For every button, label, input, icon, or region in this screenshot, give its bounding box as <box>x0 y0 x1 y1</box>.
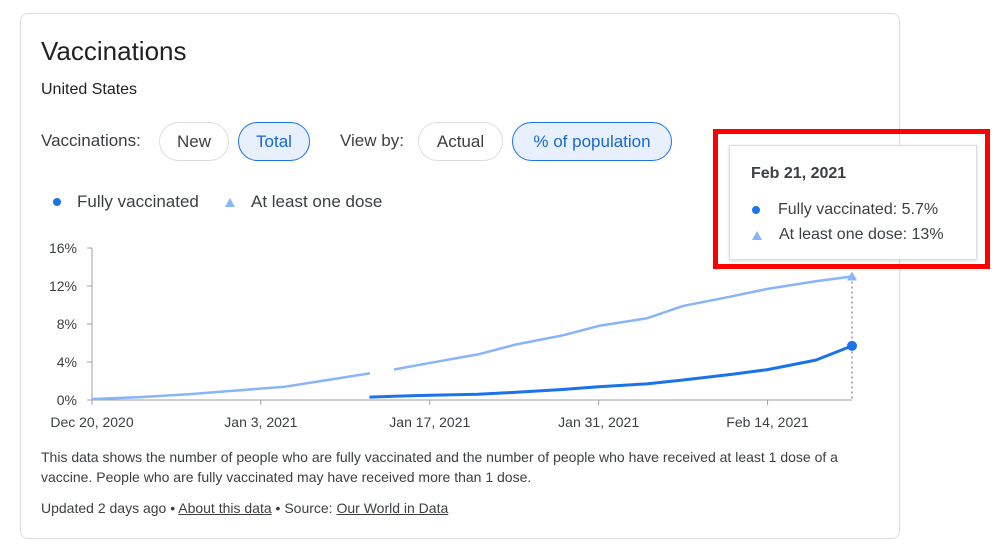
fully-vaccinated-line <box>369 344 853 399</box>
x-tick-label: Jan 3, 2021 <box>224 414 297 430</box>
y-tick-label: 12% <box>49 278 77 294</box>
fully-vaccinated-point <box>847 340 857 351</box>
y-tick-label: 4% <box>57 354 77 370</box>
highlight-box <box>713 129 990 269</box>
x-tick-label: Jan 17, 2021 <box>389 414 470 430</box>
y-tick-label: 16% <box>49 240 77 256</box>
y-tick-label: 0% <box>57 392 77 408</box>
x-tick-label: Dec 20, 2020 <box>50 414 133 430</box>
chart-series <box>91 275 853 401</box>
chart-markers <box>847 271 857 400</box>
vaccination-chart[interactable]: 0% 4% 8% 12% 16% Dec 20, 2020 Jan 3, 2021 Jan 1… <box>0 0 998 555</box>
x-tick-label: Feb 14, 2021 <box>726 414 809 430</box>
line-gap <box>370 365 394 387</box>
one-dose-line <box>91 275 853 401</box>
x-tick-label: Jan 31, 2021 <box>558 414 639 430</box>
y-tick-label: 8% <box>57 316 77 332</box>
